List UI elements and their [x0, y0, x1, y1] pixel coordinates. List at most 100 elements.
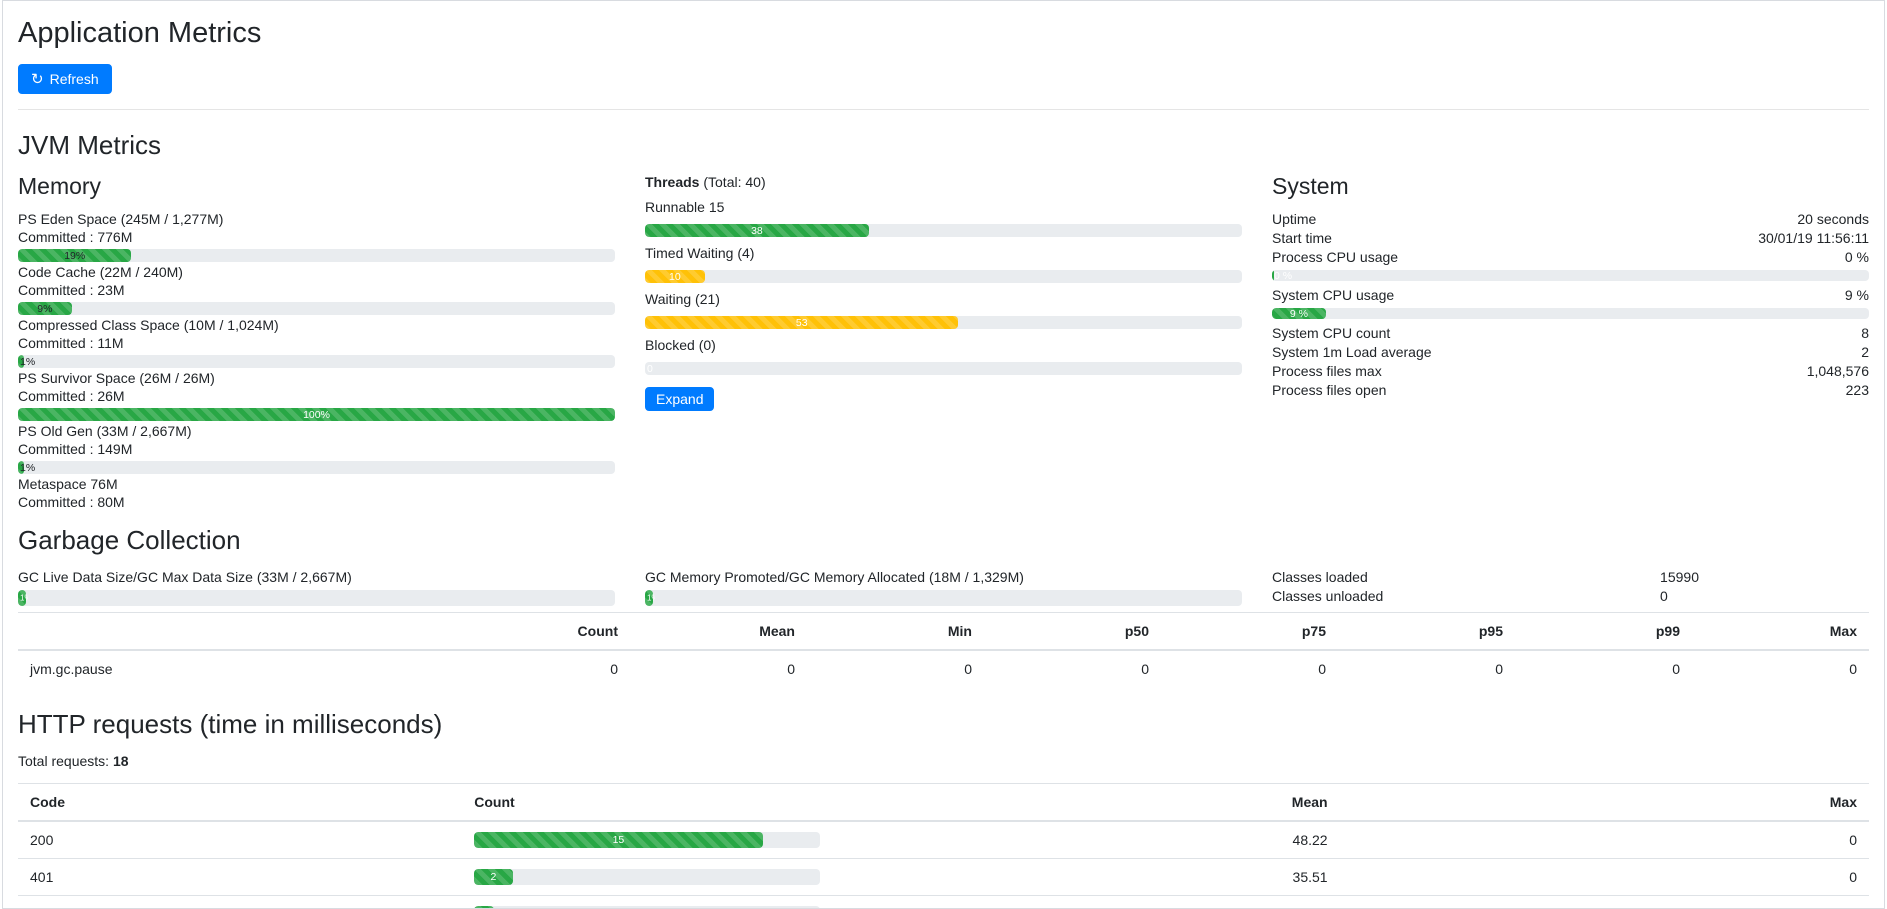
progress-value: 1% — [20, 462, 35, 474]
memory-heading: Memory — [18, 173, 615, 200]
threads-title-rest: (Total: 40) — [699, 174, 765, 190]
system-label: Process CPU usage — [1272, 248, 1398, 267]
http-mean: 48.22 — [832, 821, 1339, 859]
system-row-system-cpu: System CPU usage 9 % — [1272, 286, 1869, 305]
gc-cell: 0 — [1338, 650, 1515, 687]
gc-th-min: Min — [807, 613, 984, 651]
http-th-mean: Mean — [832, 784, 1339, 822]
threads-title: Threads (Total: 40) — [645, 173, 1242, 192]
progress-value: 2 — [491, 871, 497, 883]
gc-th-mean: Mean — [630, 613, 807, 651]
threads-title-bold: Threads — [645, 174, 699, 190]
system-cpu-progress-fill: 9 % — [1272, 308, 1326, 319]
memory-progress: 100% — [18, 408, 615, 421]
total-requests-value: 18 — [113, 753, 129, 769]
gc-th-p75: p75 — [1161, 613, 1338, 651]
system-value: 0 % — [1845, 248, 1869, 267]
thread-progress: 10 — [645, 270, 1242, 283]
gc-table-row: jvm.gc.pause 0 0 0 0 0 0 0 0 — [18, 650, 1869, 687]
memory-metric-code-cache: Code Cache (22M / 240M) Committed : 23M … — [18, 263, 615, 315]
metric-committed: Committed : 149M — [18, 440, 615, 458]
system-label: Uptime — [1272, 210, 1316, 229]
gc-cell: 0 — [453, 650, 630, 687]
http-row-200: 200 15 48.22 0 — [18, 821, 1869, 859]
metric-label: Metaspace 76M — [18, 475, 615, 493]
http-max: 0 — [1340, 821, 1869, 859]
http-code: 404 — [18, 896, 462, 909]
system-label: Start time — [1272, 229, 1332, 248]
thread-item-blocked: Blocked (0) 0 — [645, 336, 1242, 375]
gc-cell: 0 — [1161, 650, 1338, 687]
total-requests-label: Total requests: — [18, 753, 109, 769]
http-th-count: Count — [462, 784, 832, 822]
metric-label: PS Eden Space (245M / 1,277M) — [18, 210, 615, 228]
memory-metric-metaspace: Metaspace 76M Committed : 80M — [18, 475, 615, 511]
thread-progress-fill: 10 — [645, 270, 705, 283]
progress-value: 100% — [303, 409, 330, 421]
process-cpu-progress-fill: 0 % — [1272, 270, 1274, 281]
memory-progress-fill: 9% — [18, 302, 72, 315]
http-table: Code Count Mean Max 200 15 48.22 0 — [18, 783, 1869, 909]
memory-metric-eden: PS Eden Space (245M / 1,277M) Committed … — [18, 210, 615, 262]
gc-cell: 0 — [1692, 650, 1869, 687]
memory-progress: 19% — [18, 249, 615, 262]
expand-button-label: Expand — [656, 391, 703, 407]
gc-progress-fill: 1% — [18, 590, 26, 606]
metric-committed: Committed : 23M — [18, 281, 615, 299]
http-row-401: 401 2 35.51 0 — [18, 859, 1869, 896]
classes-value: 0 — [1660, 587, 1668, 606]
expand-button[interactable]: Expand — [645, 387, 714, 411]
page-title: Application Metrics — [18, 17, 1869, 50]
progress-value: 53 — [796, 317, 808, 329]
gc-classes-column: Classes loaded 15990 Classes unloaded 0 — [1272, 568, 1869, 606]
refresh-button-label: Refresh — [50, 71, 99, 87]
gc-cell: 0 — [807, 650, 984, 687]
system-value: 2 — [1861, 343, 1869, 362]
gc-heading: Garbage Collection — [18, 525, 1869, 556]
gc-progress: 1% — [18, 590, 615, 606]
process-cpu-progress: 0 % — [1272, 270, 1869, 281]
memory-metric-old-gen: PS Old Gen (33M / 2,667M) Committed : 14… — [18, 422, 615, 474]
http-requests-heading: HTTP requests (time in milliseconds) — [18, 709, 1869, 740]
memory-progress: 9% — [18, 302, 615, 315]
gc-progress-fill: 1% — [645, 590, 653, 606]
metric-committed: Committed : 26M — [18, 387, 615, 405]
progress-value: 1% — [20, 356, 35, 368]
gc-row: GC Live Data Size/GC Max Data Size (33M … — [18, 568, 1869, 606]
progress-value: 1% — [647, 594, 655, 603]
system-column: System Uptime 20 seconds Start time 30/0… — [1272, 173, 1869, 511]
jvm-metrics-heading: JVM Metrics — [18, 130, 1869, 161]
progress-value: 38 — [751, 225, 763, 237]
thread-progress: 0 — [645, 362, 1242, 375]
system-value: 8 — [1861, 324, 1869, 343]
gc-bar-label: GC Memory Promoted/GC Memory Allocated (… — [645, 568, 1242, 587]
refresh-icon: ↻ — [31, 72, 44, 87]
progress-value: 15 — [613, 834, 625, 846]
http-count-fill: 2 — [474, 869, 512, 885]
system-row-start-time: Start time 30/01/19 11:56:11 — [1272, 229, 1869, 248]
system-label: System 1m Load average — [1272, 343, 1432, 362]
divider — [18, 109, 1869, 110]
gc-progress: 1% — [645, 590, 1242, 606]
gc-th-max: Max — [1692, 613, 1869, 651]
http-mean: 13.36 — [832, 896, 1339, 909]
system-row-files-max: Process files max 1,048,576 — [1272, 362, 1869, 381]
memory-progress-fill: 100% — [18, 408, 615, 421]
progress-value: 0 % — [1274, 270, 1292, 281]
http-max: 0 — [1340, 896, 1869, 909]
refresh-button[interactable]: ↻ Refresh — [18, 64, 112, 94]
thread-label: Blocked (0) — [645, 336, 1242, 355]
progress-value: 9% — [37, 303, 52, 315]
memory-progress: 1% — [18, 355, 615, 368]
system-row-uptime: Uptime 20 seconds — [1272, 210, 1869, 229]
system-value: 1,048,576 — [1807, 362, 1869, 381]
http-th-code: Code — [18, 784, 462, 822]
memory-progress: 1% — [18, 461, 615, 474]
thread-item-waiting: Waiting (21) 53 — [645, 290, 1242, 329]
system-row-files-open: Process files open 223 — [1272, 381, 1869, 400]
total-requests: Total requests: 18 — [18, 752, 1869, 771]
http-code: 200 — [18, 821, 462, 859]
system-value: 20 seconds — [1797, 210, 1869, 229]
classes-value: 15990 — [1660, 568, 1699, 587]
memory-metric-compressed-class: Compressed Class Space (10M / 1,024M) Co… — [18, 316, 615, 368]
